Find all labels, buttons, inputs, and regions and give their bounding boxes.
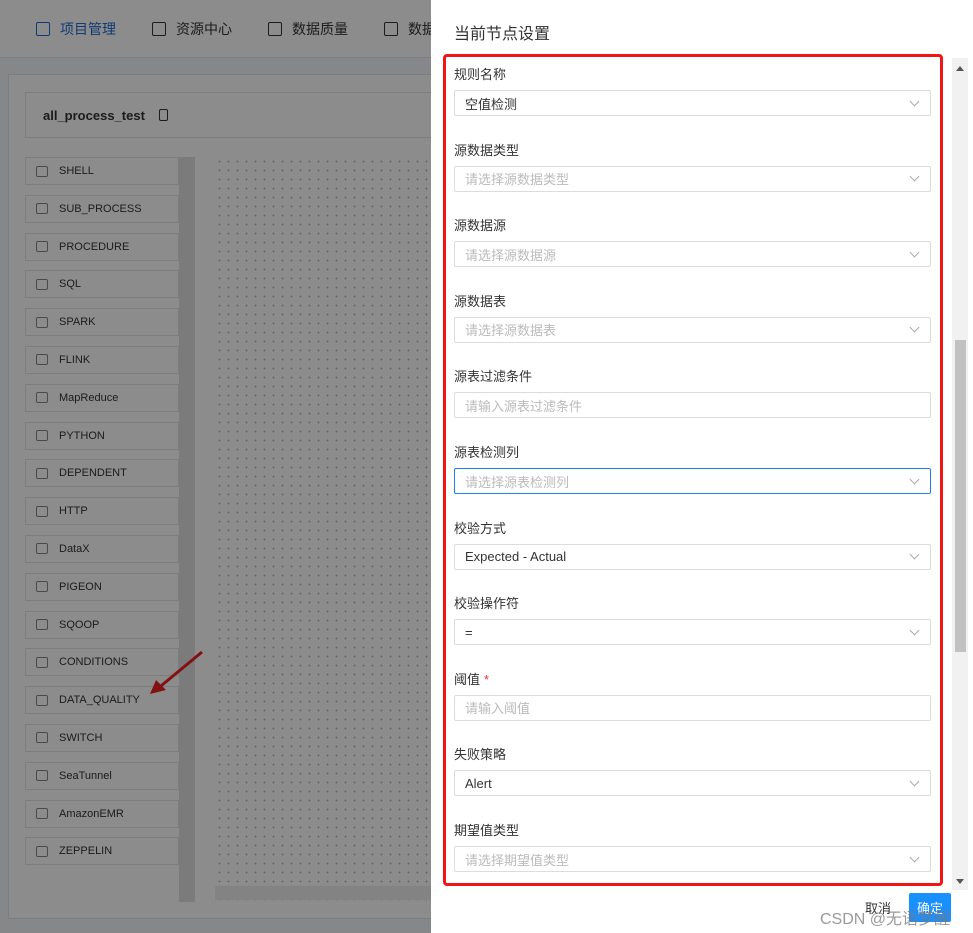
select-input[interactable]: 请选择源数据类型	[454, 165, 931, 192]
field-value: 请选择源数据表	[465, 323, 557, 339]
field-value: 请输入阈值	[465, 701, 531, 717]
required-mark: *	[484, 671, 490, 687]
form-field: 校验操作符 =	[454, 593, 931, 646]
select-input[interactable]: 请选择期望值类型	[454, 846, 931, 872]
field-value: 请选择源数据类型	[465, 172, 570, 188]
field-label: 阈值	[454, 671, 481, 687]
chevron-down-icon	[909, 776, 920, 787]
chevron-down-icon	[909, 852, 920, 862]
chevron-down-icon	[909, 96, 920, 106]
text-input[interactable]: 请输入源表过滤条件	[454, 392, 931, 419]
form-field: 源表过滤条件 请输入源表过滤条件	[454, 366, 931, 419]
chevron-down-icon	[909, 247, 920, 258]
form-field: 源数据源 请选择源数据源	[454, 215, 931, 268]
field-label: 源表过滤条件	[454, 369, 533, 385]
scrollbar-thumb[interactable]	[955, 340, 966, 652]
select-input[interactable]: Expected - Actual	[454, 543, 931, 570]
text-input[interactable]: 请输入阈值	[454, 694, 931, 721]
select-input[interactable]: Alert	[454, 770, 931, 797]
chevron-down-icon	[909, 474, 920, 484]
chevron-down-icon	[909, 625, 920, 636]
form-field: 校验方式 Expected - Actual	[454, 518, 931, 570]
field-label: 源数据类型	[454, 142, 520, 158]
drawer-title: 当前节点设置	[454, 26, 551, 43]
scroll-up-icon[interactable]	[956, 66, 964, 71]
form-field: 源数据类型 请选择源数据类型	[454, 140, 931, 192]
form-field: 源表检测列 请选择源表检测列	[454, 442, 931, 494]
field-value: 请选择源数据源	[465, 247, 557, 263]
chevron-down-icon	[909, 322, 920, 333]
watermark: CSDN @无语梦醒	[820, 911, 951, 928]
field-label: 源数据表	[454, 293, 507, 309]
field-label: 源数据源	[454, 218, 507, 234]
field-value: 请选择源表检测列	[465, 474, 570, 490]
form-field: 期望值类型 请选择期望值类型	[454, 820, 931, 872]
field-label: 失败策略	[454, 747, 507, 763]
field-value: 空值检测	[465, 96, 518, 112]
select-input[interactable]: 请选择源表检测列	[454, 468, 931, 494]
select-input[interactable]: 请选择源数据表	[454, 316, 931, 343]
form-field: 源数据表 请选择源数据表	[454, 291, 931, 343]
chevron-down-icon	[909, 549, 920, 560]
select-input[interactable]: 空值检测	[454, 90, 931, 116]
node-settings-drawer: 当前节点设置 规则名称 空值检测 源数据类型 请选择源数据类型 源数据源 请选择…	[431, 0, 973, 933]
field-label: 校验方式	[454, 520, 507, 536]
field-value: 请输入源表过滤条件	[465, 398, 583, 414]
chevron-down-icon	[909, 171, 920, 182]
select-input[interactable]: 请选择源数据源	[454, 241, 931, 268]
form-field: 规则名称 空值检测	[454, 64, 931, 116]
field-value: 请选择期望值类型	[465, 852, 570, 868]
form-field: 失败策略 Alert	[454, 744, 931, 797]
select-input[interactable]: =	[454, 619, 931, 646]
form-field: 阈值 * 请输入阈值	[454, 669, 931, 721]
field-value: =	[465, 624, 473, 640]
scroll-down-icon[interactable]	[956, 879, 964, 884]
field-value: Expected - Actual	[465, 549, 567, 565]
drawer-scrollbar[interactable]	[952, 58, 968, 890]
field-label: 校验操作符	[454, 596, 520, 612]
field-label: 期望值类型	[454, 823, 520, 838]
field-value: Alert	[465, 775, 492, 791]
field-label: 源表检测列	[454, 445, 520, 460]
field-label: 规则名称	[454, 67, 507, 82]
